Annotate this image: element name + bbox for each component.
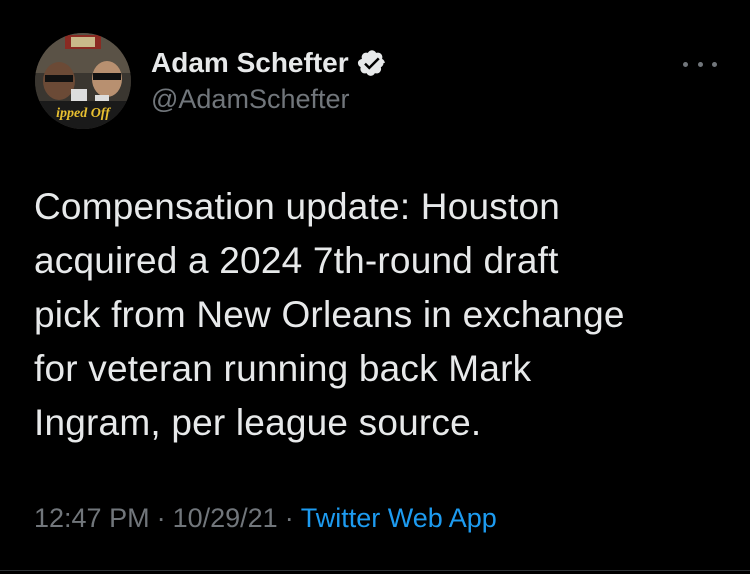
- tweet-card: ipped Off Adam Schefter @AdamSchefter Co…: [0, 0, 750, 574]
- verified-badge-icon: [357, 48, 387, 78]
- more-dot: [683, 61, 688, 67]
- name-row: Adam Schefter: [151, 46, 387, 80]
- tweet-time[interactable]: 12:47 PM: [34, 503, 150, 534]
- meta-separator: ·: [284, 503, 294, 533]
- tweet-text: Compensation update: Houston acquired a …: [34, 180, 724, 450]
- tweet-text-line: for veteran running back Mark: [34, 348, 532, 389]
- user-handle[interactable]: @AdamSchefter: [151, 84, 350, 115]
- more-horizontal-icon[interactable]: [683, 58, 717, 70]
- tweet-date[interactable]: 10/29/21: [173, 503, 278, 534]
- display-name[interactable]: Adam Schefter: [151, 47, 349, 79]
- more-dot: [697, 61, 703, 67]
- tweet-metadata: 12:47 PM · 10/29/21 · Twitter Web App: [34, 503, 497, 534]
- avatar[interactable]: ipped Off: [35, 33, 131, 129]
- more-dot: [712, 61, 717, 67]
- avatar-caption: ipped Off: [56, 106, 111, 121]
- divider: [0, 570, 750, 571]
- tweet-text-line: pick from New Orleans in exchange: [34, 294, 625, 335]
- tweet-text-line: Compensation update: Houston: [34, 186, 561, 227]
- meta-separator: ·: [156, 503, 166, 533]
- tweet-source-link[interactable]: Twitter Web App: [301, 503, 497, 534]
- tweet-text-line: acquired a 2024 7th-round draft: [34, 240, 559, 281]
- avatar-image: ipped Off: [35, 33, 131, 129]
- tweet-text-line: Ingram, per league source.: [34, 402, 482, 443]
